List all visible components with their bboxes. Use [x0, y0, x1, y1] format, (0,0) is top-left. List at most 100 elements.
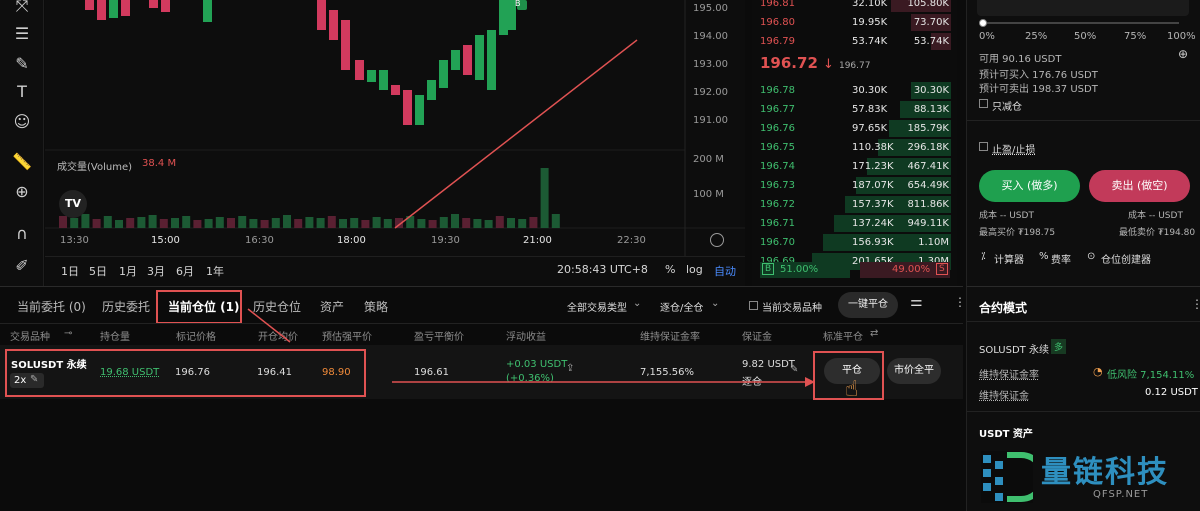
orderbook-row-bid[interactable]: 196.71 137.24K 949.11K	[752, 214, 957, 233]
last-price-value: 196.72	[760, 54, 818, 72]
timeframe-6m[interactable]: 6月	[176, 263, 194, 279]
volume-bar	[462, 218, 471, 228]
candle	[341, 20, 350, 70]
slider-label: 25%	[1025, 31, 1048, 42]
add-funds-icon[interactable]: ⊕	[1178, 47, 1188, 61]
pointer-icon[interactable]: ⤧	[10, 0, 34, 18]
time-tick: 18:00	[337, 235, 366, 246]
timeframe-1y[interactable]: 1年	[206, 263, 224, 279]
orderbook-row-bid[interactable]: 196.78 30.30K 30.30K	[752, 81, 957, 100]
orderbook-price: 196.73	[760, 180, 795, 191]
text-icon[interactable]: T	[10, 80, 34, 104]
volume-bar	[540, 168, 549, 228]
orderbook-total: 1.10M	[918, 237, 949, 248]
usdt-assets-title: USDT 资产	[979, 429, 1033, 440]
auto-toggle[interactable]: 自动	[714, 263, 736, 279]
volume-bar	[271, 218, 280, 228]
orderbook-row-bid[interactable]: 196.70 156.93K 1.10M	[752, 233, 957, 252]
candle	[329, 10, 338, 40]
orderbook-row-bid[interactable]: 196.77 57.83K 88.13K	[752, 100, 957, 119]
orderbook-total: 467.41K	[907, 161, 949, 172]
watermark-url: QFSP.NET	[1093, 489, 1149, 500]
orderbook-row-bid[interactable]: 196.74 171.23K 467.41K	[752, 157, 957, 176]
candle	[367, 70, 376, 82]
slider-handle[interactable]	[979, 19, 987, 27]
orderbook-total: 296.18K	[907, 142, 949, 153]
pencil-lock-icon[interactable]: ✐	[10, 254, 34, 278]
volume-bar	[518, 219, 527, 228]
orderbook-total: 30.30K	[913, 85, 949, 96]
orderbook-price: 196.75	[760, 142, 795, 153]
amount-slider[interactable]	[983, 22, 1179, 24]
volume-bar	[439, 217, 448, 228]
position-builder-icon[interactable]: ⊙	[1087, 251, 1095, 262]
volume-bar	[249, 219, 258, 228]
contract-info-panel: 合约模式 ⋮ SOLUSDT 永续 多 维持保证金率 ◔ 低风险 7,154.1…	[966, 286, 1200, 511]
candle	[85, 0, 94, 10]
buy-marker: B	[515, 0, 521, 8]
mm-value: 0.12 USDT	[1145, 387, 1198, 398]
magnet-icon[interactable]: ∩	[10, 222, 34, 246]
volume-bar	[305, 217, 314, 228]
sell-short-button[interactable]: 卖出 (做空)	[1089, 170, 1190, 202]
settings-sliders-icon[interactable]: ☰	[10, 22, 34, 46]
volume-bar	[327, 216, 336, 228]
contract-mode-title: 合约模式	[979, 301, 1028, 315]
orderbook-row-ask[interactable]: 196.79 53.74K 53.74K	[752, 32, 957, 51]
orderbook-price: 196.79	[760, 36, 795, 47]
timeframe-3m[interactable]: 3月	[147, 263, 165, 279]
more-icon[interactable]: ⋮	[1191, 297, 1200, 311]
volume-bar	[171, 218, 179, 228]
orderbook-size: 156.93K	[852, 237, 894, 248]
volume-value: 38.4 M	[142, 158, 177, 169]
timeframe-1d[interactable]: 1日	[61, 263, 79, 279]
reduce-only-checkbox[interactable]	[979, 99, 988, 108]
orderbook-row-ask[interactable]: 196.80 19.95K 73.70K	[752, 13, 957, 32]
positions-panel: 当前委托 (0) 历史委托 当前仓位 (1) 历史仓位 资产 策略 全部交易类型…	[0, 286, 966, 511]
volume-bar	[551, 214, 560, 228]
percent-toggle[interactable]: %	[665, 263, 675, 276]
orderbook-row-ask[interactable]: 196.81 32.10K 105.80K	[752, 0, 957, 13]
volume-bar	[428, 220, 437, 228]
emoji-icon[interactable]: ☺	[10, 110, 34, 134]
orderbook-size: 157.37K	[852, 199, 894, 210]
time-tick: 16:30	[245, 235, 274, 246]
volume-bar	[137, 217, 146, 228]
zoom-icon[interactable]: ⊕	[10, 180, 34, 204]
buy-long-button[interactable]: 买入 (做多)	[979, 170, 1080, 202]
volume-bar	[372, 217, 381, 228]
timeframe-1m[interactable]: 1月	[119, 263, 137, 279]
chart-settings-icon[interactable]	[710, 233, 724, 247]
orderbook-row-bid[interactable]: 196.75 110.38K 296.18K	[752, 138, 957, 157]
candle	[415, 95, 424, 125]
amount-input[interactable]	[977, 0, 1189, 16]
fee-rate-link[interactable]: 费率	[1051, 251, 1071, 266]
position-builder-link[interactable]: 仓位创建器	[1101, 251, 1151, 266]
volume-bar	[215, 217, 224, 228]
tp-sl-checkbox[interactable]	[979, 142, 988, 151]
ruler-icon[interactable]: 📏	[10, 150, 34, 174]
slider-label: 75%	[1124, 31, 1147, 42]
min-sell-price: 最低卖价 ₮194.80	[1119, 228, 1196, 238]
orderbook-row-bid[interactable]: 196.76 97.65K 185.79K	[752, 119, 957, 138]
candle	[121, 0, 130, 16]
sell-percent: 49.00%	[892, 264, 931, 275]
order-book: 196.81 32.10K 105.80K 196.80 19.95K 73.70K 196…	[752, 0, 957, 286]
timeframe-5d[interactable]: 5日	[89, 263, 107, 279]
contract-symbol: SOLUSDT 永续	[979, 345, 1049, 356]
fee-rate-icon[interactable]: %	[1039, 251, 1049, 262]
candle	[427, 80, 436, 100]
candle	[379, 70, 388, 90]
orderbook-size: 32.10K	[852, 0, 888, 9]
orderbook-row-bid[interactable]: 196.72 157.37K 811.86K	[752, 195, 957, 214]
risk-gauge-icon: ◔	[1093, 365, 1103, 378]
log-toggle[interactable]: log	[686, 263, 703, 276]
volume-bar	[294, 219, 303, 228]
orderbook-row-bid[interactable]: 196.73 187.07K 654.49K	[752, 176, 957, 195]
candle	[161, 0, 170, 12]
calculator-link[interactable]: 计算器	[994, 251, 1024, 266]
price-chart[interactable]: B 195.00 194.00 193.00 192.00 191.00 200…	[45, 0, 745, 286]
orderbook-price: 196.81	[760, 0, 795, 9]
brush-icon[interactable]: ✎	[10, 52, 34, 76]
calculator-icon[interactable]: ⁒	[981, 251, 986, 262]
